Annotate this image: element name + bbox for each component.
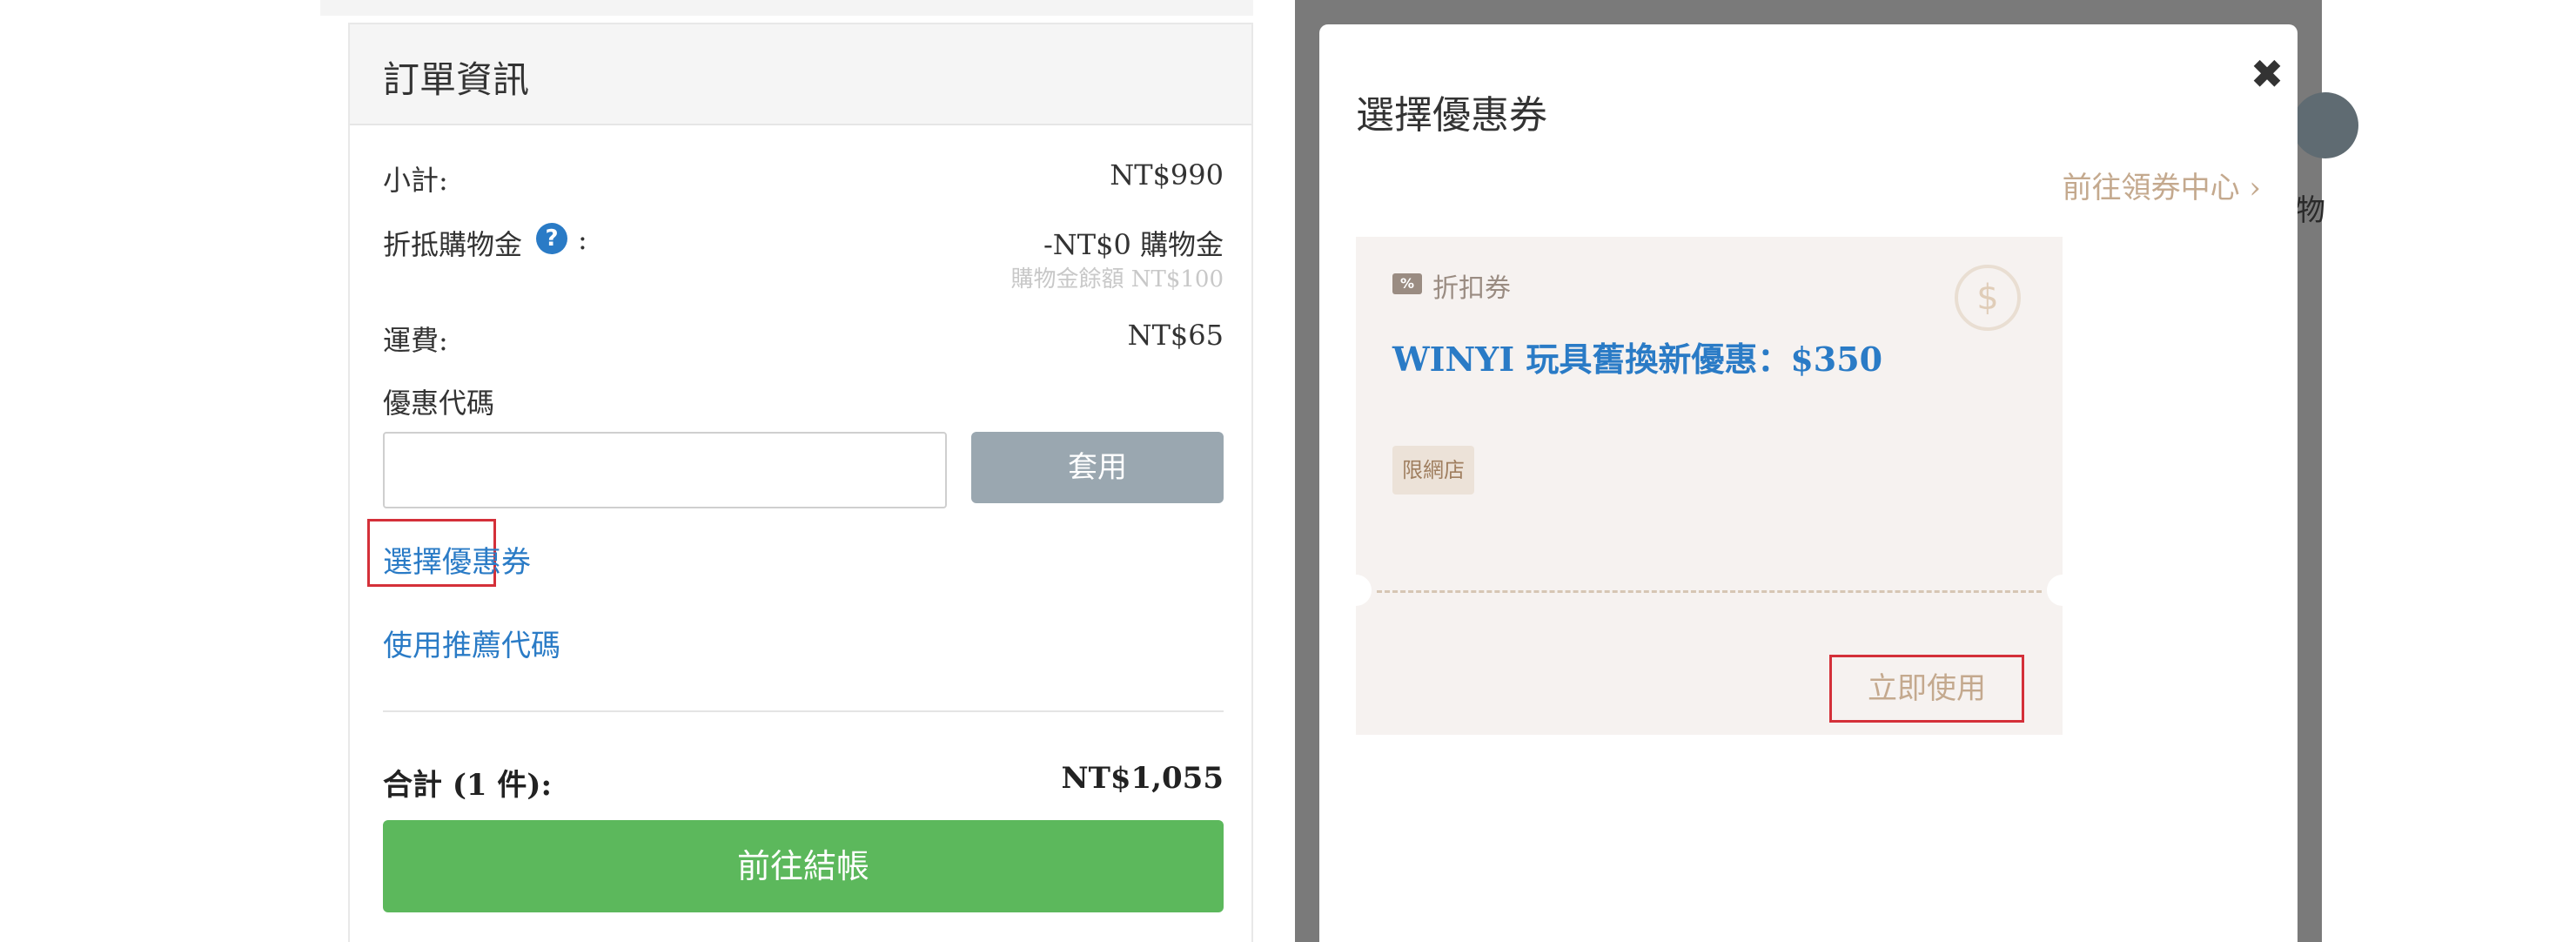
- coupon-card: % 折扣券 $ WINYI 玩具舊換新優惠：$350 限網店 立即使用: [1356, 237, 2063, 735]
- coupon-modal: 選擇優惠券 ✖ 前往領券中心 › % 折扣券 $ WINYI 玩具舊換新優惠：$…: [1319, 24, 2298, 942]
- coupon-divider: [1377, 590, 2042, 593]
- help-icon[interactable]: ?: [536, 223, 567, 254]
- ticket-icon: %: [1392, 273, 1422, 294]
- divider: [383, 710, 1224, 712]
- coupon-notch-left: [1356, 575, 1372, 606]
- total-label: 合計 (1 件):: [383, 768, 553, 803]
- dollar-icon: $: [1955, 265, 2021, 331]
- coupon-notch-right: [2047, 575, 2063, 606]
- store-only-badge: 限網店: [1392, 446, 1474, 495]
- coupon-code-input[interactable]: [383, 432, 947, 508]
- coupon-center-link[interactable]: 前往領券中心 ›: [2063, 164, 2261, 206]
- coupon-title: WINYI 玩具舊換新優惠：$350: [1392, 340, 1883, 379]
- total-value: NT$1,055: [1061, 761, 1224, 796]
- order-title: 訂單資訊: [383, 58, 530, 101]
- credit-label: 折抵購物金: [383, 228, 523, 261]
- order-panel: 訂單資訊 小計: NT$990 折抵購物金 ? : -NT$0 購物金 購物金餘…: [348, 23, 1253, 942]
- subtotal-label: 小計:: [383, 164, 448, 197]
- subtotal-value: NT$990: [1110, 158, 1224, 192]
- shipping-label: 運費:: [383, 324, 448, 357]
- credit-balance: 購物金餘額 NT$100: [1010, 266, 1224, 293]
- credit-colon: :: [578, 223, 587, 256]
- background-avatar: [2292, 92, 2358, 158]
- checkout-button[interactable]: 前往結帳: [383, 820, 1224, 912]
- use-now-button[interactable]: 立即使用: [1829, 655, 2024, 723]
- shipping-value: NT$65: [1127, 319, 1224, 352]
- credit-value: -NT$0 購物金: [1043, 228, 1224, 261]
- referral-code-link[interactable]: 使用推薦代碼: [383, 622, 560, 664]
- background-partial-text: 物: [2296, 193, 2325, 228]
- coupon-type-label: 折扣券: [1432, 273, 1511, 304]
- choose-coupon-link[interactable]: 選擇優惠券: [383, 538, 531, 581]
- modal-title: 選擇優惠券: [1356, 93, 1547, 138]
- apply-button[interactable]: 套用: [971, 432, 1224, 503]
- coupon-code-label: 優惠代碼: [383, 387, 495, 420]
- order-header: 訂單資訊: [350, 24, 1251, 125]
- close-icon[interactable]: ✖: [2247, 54, 2287, 94]
- top-strip: [320, 0, 1253, 16]
